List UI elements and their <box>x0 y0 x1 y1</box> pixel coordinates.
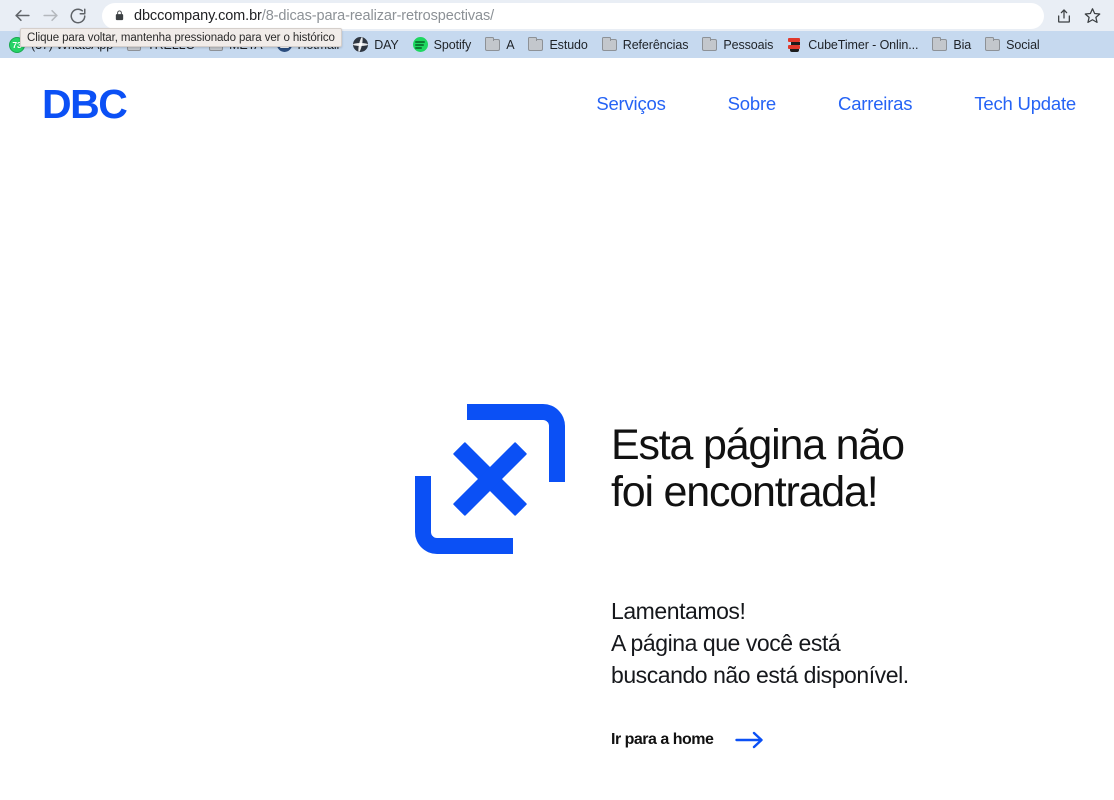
error-hero: Esta página não foi encontrada! Lamentam… <box>0 150 1114 749</box>
folder-icon <box>485 36 501 51</box>
folder-icon <box>601 36 617 51</box>
bookmark-folder-pessoais[interactable]: Pessoais <box>695 34 780 56</box>
error-subcopy: Lamentamos! A página que você está busca… <box>611 597 909 688</box>
dbc-logo[interactable]: DBC <box>42 83 128 125</box>
browser-toolbar: dbccompany.com.br/8-dicas-para-realizar-… <box>0 0 1114 31</box>
bookmark-label: Estudo <box>549 37 588 52</box>
forward-button[interactable] <box>36 2 64 30</box>
spotify-icon <box>412 37 428 52</box>
star-icon[interactable] <box>1078 2 1106 30</box>
bookmark-label: A <box>506 37 515 52</box>
nav-item-sobre[interactable]: Sobre <box>728 93 777 115</box>
error-headline: Esta página não foi encontrada! <box>611 421 905 517</box>
address-bar[interactable]: dbccompany.com.br/8-dicas-para-realizar-… <box>102 2 1044 29</box>
x-icon <box>452 441 528 517</box>
bookmark-label: Bia <box>953 37 972 52</box>
globe-icon <box>353 37 369 52</box>
x-in-brackets-icon <box>415 404 565 554</box>
lock-icon <box>114 9 125 22</box>
url-text: dbccompany.com.br/8-dicas-para-realizar-… <box>134 8 494 24</box>
bookmark-cubetimer[interactable]: CubeTimer - Onlin... <box>780 34 925 56</box>
bookmark-day[interactable]: DAY <box>346 34 405 56</box>
folder-icon <box>985 36 1001 51</box>
bookmark-label: Spotify <box>433 37 472 52</box>
cubetimer-icon <box>787 37 802 52</box>
bookmark-folder-bia[interactable]: Bia <box>925 34 978 56</box>
bookmark-label: DAY <box>374 37 399 52</box>
nav-item-tech-update[interactable]: Tech Update <box>974 93 1076 115</box>
arrow-right-icon <box>735 731 764 749</box>
nav-item-carreiras[interactable]: Carreiras <box>838 93 912 115</box>
error-text-block: Esta página não foi encontrada! Lamentam… <box>611 402 909 749</box>
site-header: DBC Serviços Sobre Carreiras Tech Update <box>0 58 1114 150</box>
nav-item-servicos[interactable]: Serviços <box>596 93 666 115</box>
page-content: DBC Serviços Sobre Carreiras Tech Update… <box>0 58 1114 800</box>
site-navigation: Serviços Sobre Carreiras Tech Update <box>596 93 1076 115</box>
bookmark-folder-a[interactable]: A <box>478 34 521 56</box>
folder-icon <box>702 36 718 51</box>
url-path: /8-dicas-para-realizar-retrospectivas/ <box>261 7 495 24</box>
folder-icon <box>932 36 948 51</box>
back-button[interactable] <box>8 2 36 30</box>
browser-chrome: dbccompany.com.br/8-dicas-para-realizar-… <box>0 0 1114 58</box>
bookmark-spotify[interactable]: Spotify <box>406 34 479 56</box>
go-home-label: Ir para a home <box>611 731 714 749</box>
bookmark-folder-social[interactable]: Social <box>978 34 1046 56</box>
back-button-tooltip: Clique para voltar, mantenha pressionado… <box>20 28 342 47</box>
share-icon[interactable] <box>1050 2 1078 30</box>
bookmark-folder-referencias[interactable]: Referências <box>595 34 696 56</box>
reload-button[interactable] <box>64 2 92 30</box>
folder-icon <box>528 36 544 51</box>
bookmark-label: Pessoais <box>723 37 774 52</box>
go-home-link[interactable]: Ir para a home <box>611 731 764 749</box>
bookmark-label: CubeTimer - Onlin... <box>808 37 919 52</box>
bookmark-label: Social <box>1006 37 1040 52</box>
url-host: dbccompany.com.br <box>134 7 262 24</box>
bookmark-label: Referências <box>622 37 689 52</box>
bookmark-folder-estudo[interactable]: Estudo <box>521 34 594 56</box>
